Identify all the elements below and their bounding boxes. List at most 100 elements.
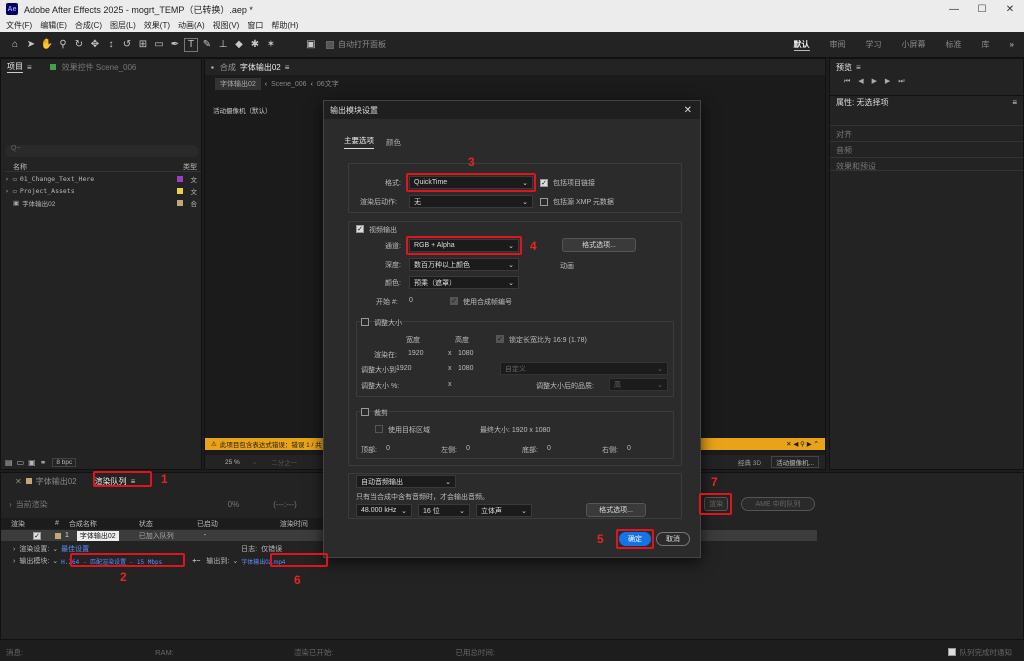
workspace-small-screen[interactable]: 小屏幕 <box>902 39 926 50</box>
render-checkbox[interactable]: ✓ <box>33 531 41 540</box>
project-tab[interactable]: 项目 <box>7 61 23 73</box>
audio-output-select[interactable]: 自动音频输出 ⌄ <box>356 475 456 488</box>
more-workspaces-icon[interactable]: » <box>1010 40 1014 49</box>
stamp-tool-icon[interactable]: ⊥ <box>216 38 230 52</box>
format-options-button[interactable]: 格式选项... <box>562 238 636 252</box>
chevron-down-icon[interactable]: ⌄ <box>52 545 58 553</box>
workspace-standard[interactable]: 标准 <box>946 39 962 50</box>
brush-tool-icon[interactable]: ✎ <box>200 38 214 52</box>
effects-controls-tab[interactable]: 效果控件 Scene_006 <box>62 62 137 73</box>
panel-menu-icon[interactable]: ≡ <box>1012 98 1017 107</box>
bpc-button[interactable]: 8 bpc <box>52 458 77 467</box>
zoom-tool-icon[interactable]: ⚲ <box>56 38 70 52</box>
col-number[interactable]: # <box>55 520 59 527</box>
close-icon[interactable]: ✕ <box>684 105 692 116</box>
hand-tool-icon[interactable]: ✋ <box>40 38 54 52</box>
menu-effect[interactable]: 效果(T) <box>144 20 170 31</box>
warning-nav-icons[interactable]: ✕ ◀ ⚲ ▶ ⌃ <box>786 440 819 448</box>
list-item[interactable]: ▣ 字体输出02 合 <box>5 198 201 208</box>
renderer-select[interactable]: 经典 3D <box>738 457 761 467</box>
eraser-tool-icon[interactable]: ◆ <box>232 38 246 52</box>
workspace-learn[interactable]: 学习 <box>866 39 882 50</box>
audio-panel[interactable]: 音频 <box>830 141 1023 155</box>
audio-channels-select[interactable]: 立体声 ⌄ <box>476 504 532 517</box>
dolly-tool-icon[interactable]: ↕ <box>104 38 118 52</box>
pen-tool-icon[interactable]: ✒ <box>168 38 182 52</box>
playback-controls[interactable]: ⏮ ◀ ▶ ▶ ⏭ <box>844 77 908 86</box>
chevron-right-icon[interactable]: › <box>5 175 9 183</box>
workspace-default[interactable]: 默认 <box>793 39 810 51</box>
video-output-checkbox[interactable]: ✓ <box>356 225 364 233</box>
resize-checkbox[interactable] <box>361 318 369 326</box>
resize-quality-select[interactable]: 高 ⌄ <box>609 378 668 391</box>
menu-view[interactable]: 视图(V) <box>213 20 240 31</box>
align-panel[interactable]: 对齐 <box>830 125 1023 139</box>
breadcrumb-item[interactable]: 06文字 <box>317 79 339 89</box>
snap-icon[interactable]: ▣ <box>304 38 318 52</box>
comp-lock-icon[interactable]: ▪ <box>211 63 214 72</box>
cancel-button[interactable]: 取消 <box>656 532 690 546</box>
breadcrumb-item[interactable]: Scene_006 <box>271 81 306 88</box>
bit-depth-select[interactable]: 16 位 ⌄ <box>418 504 470 517</box>
tab-color[interactable]: 颜色 <box>386 137 401 148</box>
audio-format-options-button[interactable]: 格式选项... <box>586 503 646 517</box>
list-item[interactable]: › ▭ 01_Change_Text_Here 文 <box>5 174 201 184</box>
roto-tool-icon[interactable]: ✱ <box>248 38 262 52</box>
col-started[interactable]: 已启动 <box>197 519 218 529</box>
workspace-library[interactable]: 库 <box>982 39 990 50</box>
selection-tool-icon[interactable]: ➤ <box>24 38 38 52</box>
panel-menu-icon[interactable]: ≡ <box>856 63 861 72</box>
project-search-input[interactable]: Q~ <box>5 145 199 157</box>
chevron-down-icon[interactable]: ⌄ <box>232 557 238 565</box>
close-icon[interactable]: ✕ <box>15 477 22 486</box>
col-name[interactable]: 名称 <box>13 162 27 172</box>
rotate-tool-icon[interactable]: ↺ <box>120 38 134 52</box>
col-render-time[interactable]: 渲染时间 <box>280 519 308 529</box>
new-comp-icon[interactable]: ▣ <box>28 458 36 467</box>
menu-layer[interactable]: 图层(L) <box>110 20 136 31</box>
comp-name[interactable]: 字体输出02 <box>240 62 281 73</box>
comp-timeline-tab[interactable]: 字体输出02 <box>36 476 77 487</box>
preview-tab[interactable]: 预览 <box>836 62 852 73</box>
panel-menu-icon[interactable]: ≡ <box>285 63 290 72</box>
new-folder-icon[interactable]: ▭ <box>17 458 25 467</box>
pan-tool-icon[interactable]: ✥ <box>88 38 102 52</box>
chevron-right-icon[interactable]: › <box>13 558 15 565</box>
use-roi-checkbox[interactable] <box>375 425 383 433</box>
panel-menu-icon[interactable]: ≡ <box>27 63 32 72</box>
color-select[interactable]: 预乘（遮罩） ⌄ <box>409 276 519 289</box>
list-item[interactable]: › ▭ Project_Assets 文 <box>5 186 201 196</box>
resolution-select[interactable]: 二分之一 <box>271 457 297 467</box>
minimize-icon[interactable]: — <box>940 4 968 15</box>
maximize-icon[interactable]: ☐ <box>968 4 996 15</box>
add-remove-icons[interactable]: +− <box>192 558 200 565</box>
chevron-right-icon[interactable]: › <box>5 187 9 195</box>
tab-main-options[interactable]: 主要选项 <box>344 135 374 149</box>
col-status[interactable]: 状态 <box>139 519 153 529</box>
menu-help[interactable]: 帮助(H) <box>271 20 298 31</box>
auto-open-checkbox[interactable] <box>326 40 334 49</box>
depth-select[interactable]: 数百万种以上颜色 ⌄ <box>409 258 519 271</box>
breadcrumb-item[interactable]: 字体输出02 <box>215 78 261 90</box>
lock-aspect-checkbox[interactable]: ✓ <box>496 335 504 343</box>
crop-checkbox[interactable] <box>361 408 369 416</box>
chevron-right-icon[interactable]: › <box>13 546 15 553</box>
chevron-right-icon[interactable]: › <box>9 500 12 509</box>
menu-composition[interactable]: 合成(C) <box>75 20 102 31</box>
workspace-review[interactable]: 审阅 <box>830 39 846 50</box>
effects-presets-panel[interactable]: 效果和预设 <box>830 157 1023 171</box>
zoom-select[interactable]: 25 % <box>225 459 240 466</box>
ame-queue-button[interactable]: AME 中的队列 <box>741 497 815 511</box>
include-link-checkbox[interactable]: ✓ <box>540 179 548 187</box>
use-comp-frame-checkbox[interactable]: ✓ <box>450 297 458 305</box>
post-render-select[interactable]: 无 ⌄ <box>409 195 533 208</box>
col-type[interactable]: 类型 <box>183 162 197 172</box>
flowchart-icon[interactable]: ⚭ <box>40 458 47 467</box>
orbit-tool-icon[interactable]: ↻ <box>72 38 86 52</box>
puppet-tool-icon[interactable]: ✶ <box>264 38 278 52</box>
camera-select[interactable]: 活动摄像机... <box>771 456 819 468</box>
home-icon[interactable]: ⌂ <box>8 38 22 52</box>
notify-checkbox[interactable] <box>947 648 956 656</box>
chevron-down-icon[interactable]: ⌄ <box>252 458 257 466</box>
menu-animation[interactable]: 动画(A) <box>178 20 205 31</box>
